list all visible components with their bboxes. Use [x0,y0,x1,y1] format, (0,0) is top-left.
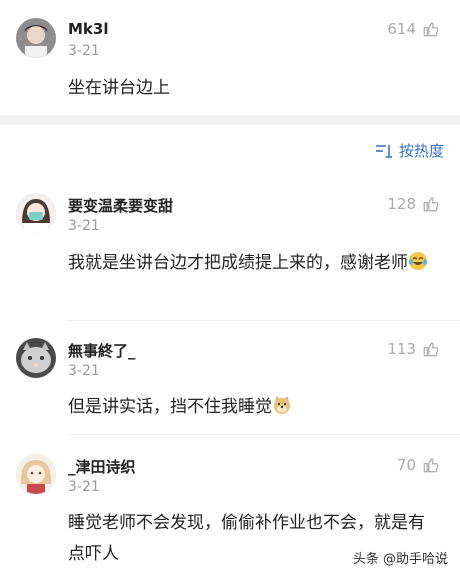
user-name[interactable]: 要变温柔要变甜 [68,195,173,216]
doge-emoji [272,395,292,415]
crying-laughing-emoji [408,251,428,271]
like-button[interactable]: 70 [397,456,440,474]
thumb-up-icon [423,458,439,473]
like-button[interactable]: 614 [387,20,440,38]
comment-date: 3-21 [68,43,100,59]
thumb-up-icon [423,342,439,357]
sort-icon [375,144,392,158]
comment-text: 但是讲实话，挡不住我睡觉 [68,392,428,423]
sort-by-hot-button[interactable]: 按热度 [375,140,444,161]
comment-text: 我就是坐讲台边才把成绩提上来的，感谢老师 [68,248,428,279]
like-count: 128 [387,195,416,213]
thumb-up-icon [423,22,439,37]
avatar[interactable] [16,338,56,378]
avatar[interactable] [16,454,56,494]
section-separator [0,115,460,125]
comment-date: 3-21 [68,218,100,234]
avatar[interactable] [16,18,56,58]
comment-date: 3-21 [68,479,100,495]
sort-label: 按热度 [398,142,444,160]
like-count: 614 [387,20,416,38]
like-button[interactable]: 128 [387,195,440,213]
comment-text: 坐在讲台边上 [68,78,170,98]
user-name[interactable]: 無事終了_ [68,340,136,361]
like-button[interactable]: 113 [387,340,440,358]
watermark: 头条 @助手哈说 [352,552,448,567]
thumb-up-icon [423,197,439,212]
user-name[interactable]: _津田诗织 [68,456,136,477]
like-count: 70 [396,456,416,474]
comment-text-body: 但是讲实话，挡不住我睡觉 [68,397,272,417]
avatar[interactable] [16,193,56,233]
divider [68,320,460,321]
divider [68,434,460,435]
comment-date: 3-21 [68,363,100,379]
like-count: 113 [387,340,416,358]
comment-text-body: 我就是坐讲台边才把成绩提上来的，感谢老师 [68,253,408,273]
user-name[interactable]: Mk3l [68,20,108,38]
